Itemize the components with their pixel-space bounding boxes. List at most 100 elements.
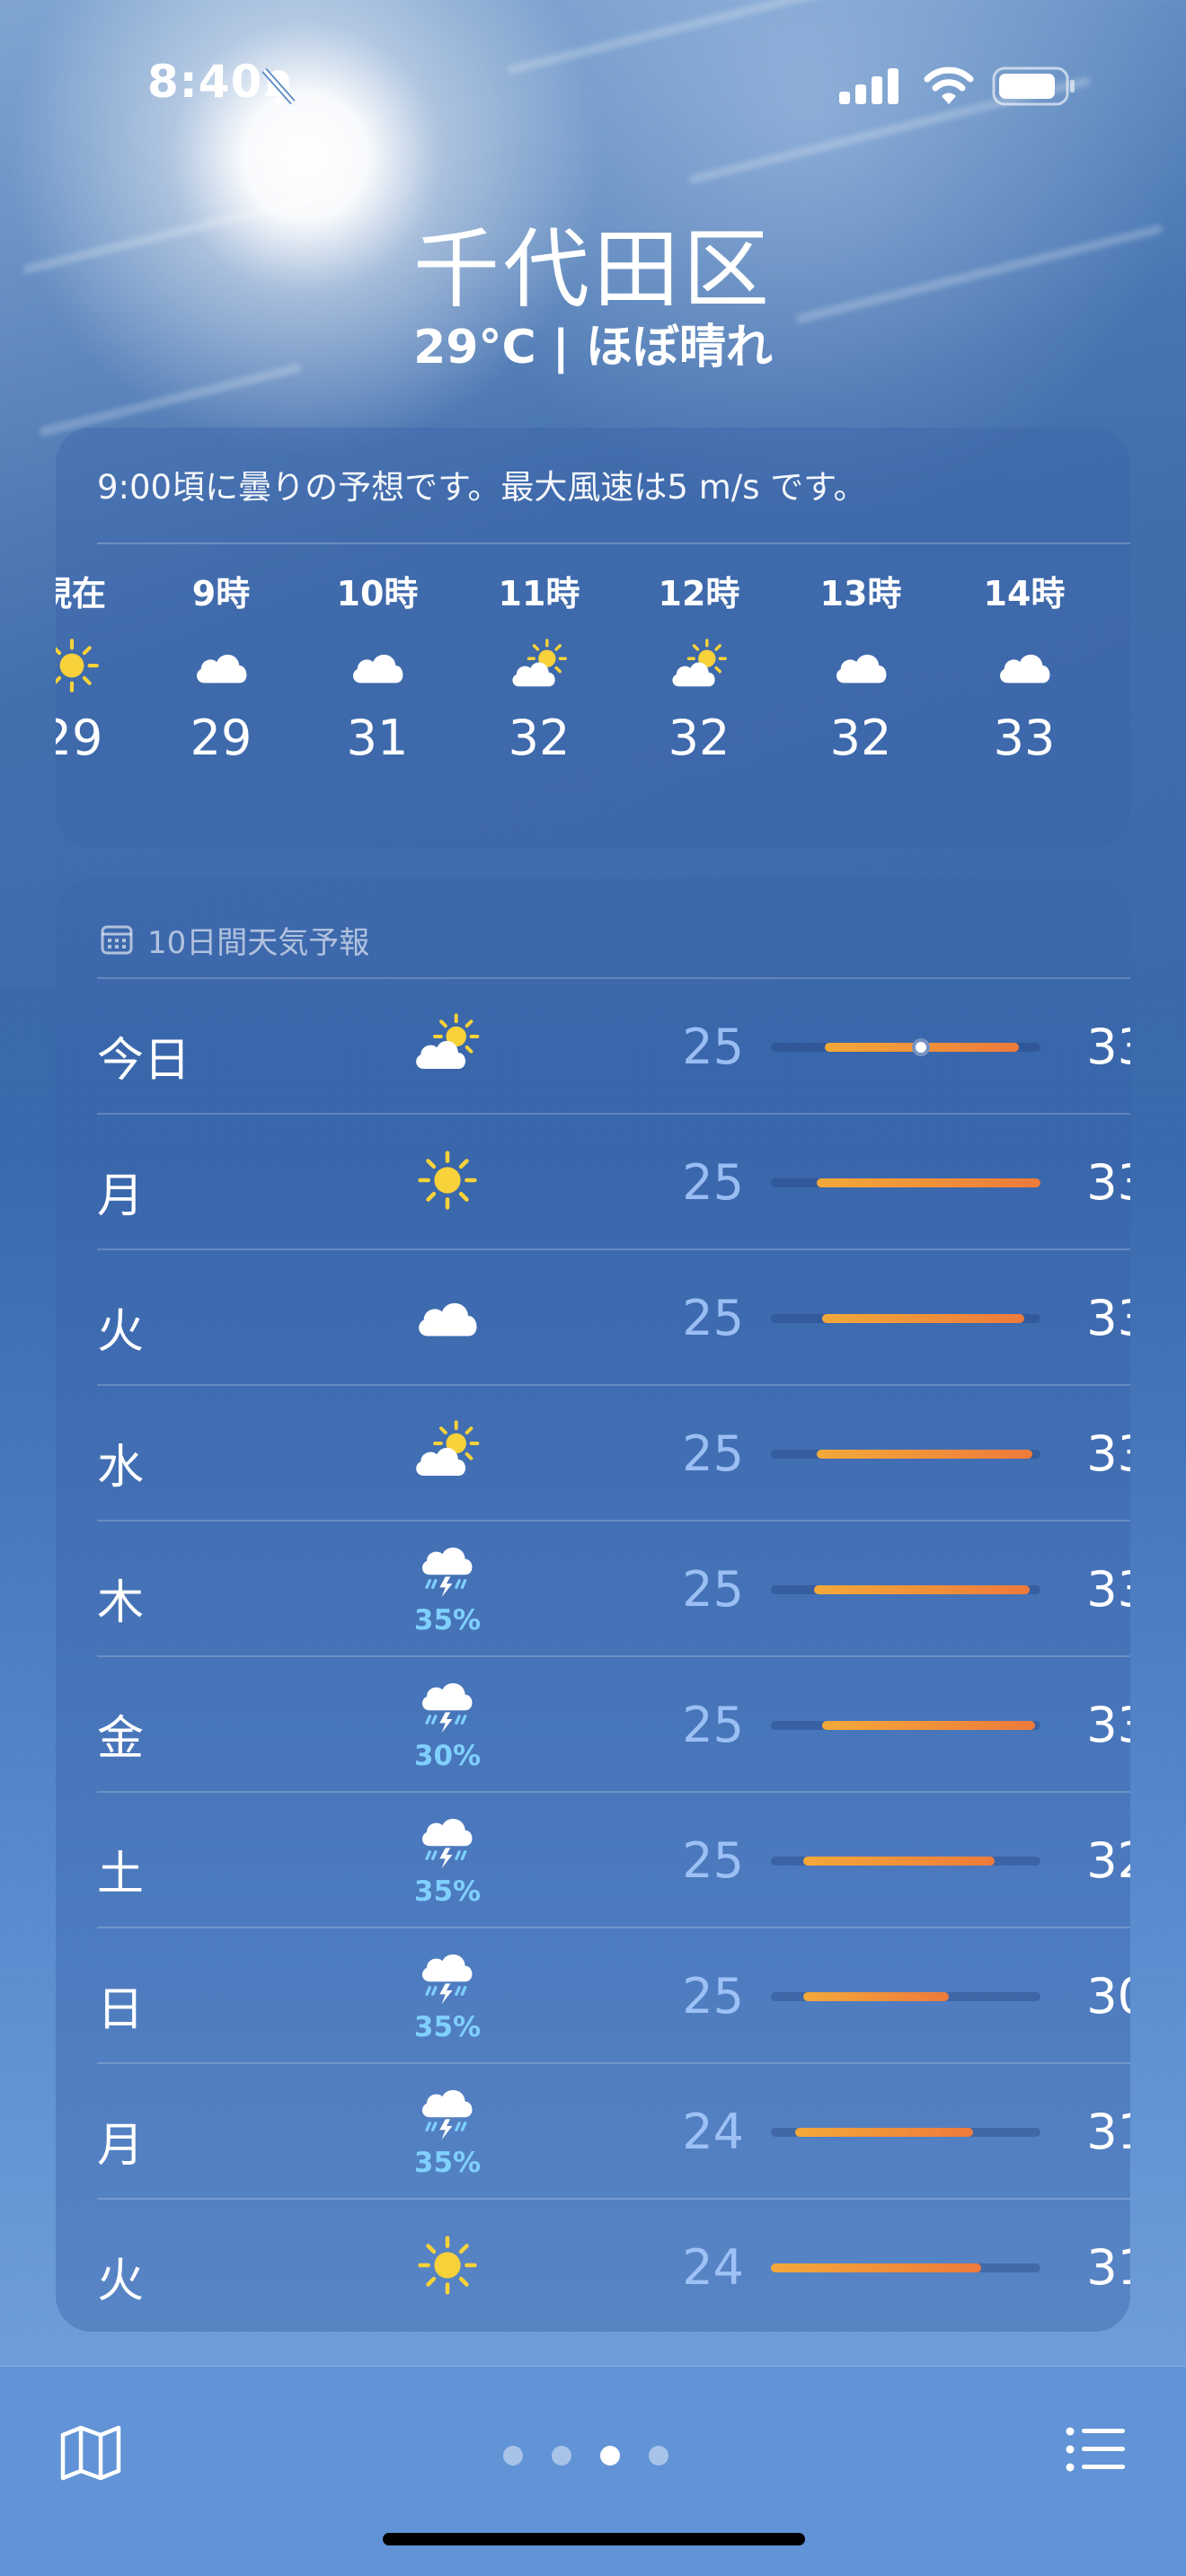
- temp-range-bar: [771, 1585, 1040, 1594]
- low-temp: 25: [682, 1290, 744, 1346]
- high-temp: 33: [1086, 1697, 1130, 1753]
- temp-range-bar: [771, 1721, 1040, 1730]
- cloud-icon: [798, 625, 924, 706]
- map-icon[interactable]: [59, 2424, 122, 2482]
- high-temp: 30: [1086, 1968, 1130, 2025]
- high-temp: 32: [1086, 1832, 1130, 1889]
- day-weather: [394, 1250, 501, 1385]
- low-temp: 24: [682, 2239, 744, 2296]
- day-row[interactable]: 月 35% 24 31: [97, 2062, 1130, 2199]
- hour-label: 11時: [498, 574, 580, 613]
- hour-label: 10時: [336, 574, 419, 613]
- hour-label: 12時: [658, 574, 740, 613]
- day-name: 木: [97, 1576, 145, 1630]
- day-name: 月: [97, 1169, 145, 1223]
- ten-day-header: 10日間天気予報: [101, 904, 369, 975]
- day-name: 火: [97, 2254, 145, 2308]
- partly-cloudy-icon: [636, 625, 762, 706]
- page-dot[interactable]: [552, 2446, 571, 2466]
- temp-range-fill: [822, 1314, 1024, 1323]
- hour-temp: 32: [508, 710, 571, 766]
- divider: [97, 543, 1130, 544]
- temp-range-bar: [771, 1450, 1040, 1459]
- temp-range-bar: [771, 2263, 1040, 2272]
- wifi-icon: [924, 66, 974, 104]
- temp-range-bar: [771, 2128, 1040, 2137]
- list-icon[interactable]: [1066, 2426, 1127, 2473]
- hour-label: 9時: [191, 574, 251, 613]
- day-weather: 35%: [394, 2064, 501, 2199]
- temp-range-fill: [795, 2128, 973, 2137]
- day-name: 土: [97, 1848, 145, 1901]
- low-temp: 25: [682, 1425, 744, 1482]
- hour-label: 13時: [819, 574, 902, 613]
- hour-item: 11時 32: [476, 571, 602, 766]
- hour-item: 9時 29: [158, 571, 284, 766]
- page-dot[interactable]: [649, 2446, 668, 2466]
- hour-temp: 32: [668, 710, 730, 766]
- day-row[interactable]: 火 25 33: [97, 1248, 1130, 1385]
- temp-range-bar: [771, 1314, 1040, 1323]
- partly-cloudy-icon: [412, 1419, 482, 1487]
- day-row[interactable]: 今日 25 33: [97, 977, 1130, 1114]
- high-temp: 33: [1086, 1290, 1130, 1346]
- ten-day-header-label: 10日間天気予報: [147, 924, 370, 961]
- thunderstorm-icon: [416, 1948, 479, 2015]
- temp-range-bar: [771, 1178, 1040, 1187]
- day-row[interactable]: 月 25 33: [97, 1113, 1130, 1249]
- sun-icon: [56, 625, 135, 706]
- home-indicator[interactable]: [383, 2533, 805, 2545]
- thunderstorm-icon: [416, 2084, 479, 2150]
- day-weather: [394, 979, 501, 1114]
- day-name: 日: [97, 1983, 145, 2037]
- temp-range-bar: [771, 1857, 1040, 1866]
- ten-day-forecast-card[interactable]: 10日間天気予報 今日2533月2533火2533水2533木 35%2533金…: [56, 878, 1130, 2332]
- high-temp: 31: [1086, 2239, 1130, 2296]
- status-time: 8:40: [147, 56, 263, 108]
- sun-icon: [415, 2233, 480, 2301]
- page-indicator[interactable]: [503, 2446, 668, 2466]
- bell-slash-icon: [261, 67, 296, 105]
- day-weather: 35%: [394, 1928, 501, 2063]
- temp-range-fill: [771, 2263, 981, 2272]
- current-summary: 29°C | ほぼ晴れ: [413, 321, 773, 375]
- precipitation-chance: 35%: [413, 2011, 482, 2043]
- low-temp: 24: [682, 2104, 744, 2160]
- hour-item: 現在 29: [56, 571, 135, 766]
- day-row[interactable]: 火 24 31: [97, 2198, 1130, 2332]
- page-dot[interactable]: [503, 2446, 523, 2466]
- cellular-signal-icon: [839, 68, 898, 104]
- cloud-icon: [158, 625, 284, 706]
- temp-range-fill: [817, 1450, 1032, 1459]
- cloud-icon: [412, 1284, 482, 1352]
- temp-range-fill: [803, 1992, 949, 2001]
- hour-item: 14時 33: [961, 571, 1087, 766]
- temp-range-fill: [803, 1857, 995, 1866]
- hour-item: 10時 31: [314, 571, 440, 766]
- cloud-icon: [314, 625, 440, 706]
- day-row[interactable]: 日 35% 25 30: [97, 1927, 1130, 2063]
- sun-icon: [415, 1148, 480, 1216]
- day-name: 水: [97, 1441, 145, 1495]
- high-temp: 33: [1086, 1561, 1130, 1618]
- day-weather: 35%: [394, 1793, 501, 1928]
- day-name: 月: [97, 2119, 145, 2173]
- temp-range-fill: [814, 1585, 1030, 1594]
- precipitation-chance: 35%: [413, 2147, 482, 2179]
- day-row[interactable]: 土 35% 25 32: [97, 1791, 1130, 1928]
- page-dot[interactable]: [600, 2446, 620, 2466]
- hour-item: 13時 32: [798, 571, 924, 766]
- low-temp: 25: [682, 1697, 744, 1753]
- temp-range-fill: [822, 1721, 1035, 1730]
- low-temp: 25: [682, 1154, 744, 1211]
- high-temp: 33: [1086, 1019, 1130, 1075]
- day-row[interactable]: 木 35% 25 33: [97, 1520, 1130, 1656]
- current-temp-marker: [911, 1038, 930, 1056]
- hourly-forecast-card[interactable]: 9:00頃に曇りの予想です。最大風速は5 m/s です。 現在 29 9時 29 10時…: [56, 428, 1130, 848]
- temp-range-bar: [771, 1992, 1040, 2001]
- day-row[interactable]: 金 30% 25 33: [97, 1655, 1130, 1792]
- precipitation-chance: 35%: [413, 1875, 482, 1908]
- day-weather: 35%: [394, 1522, 501, 1656]
- hour-temp: 29: [190, 710, 252, 766]
- day-row[interactable]: 水 25 33: [97, 1384, 1130, 1521]
